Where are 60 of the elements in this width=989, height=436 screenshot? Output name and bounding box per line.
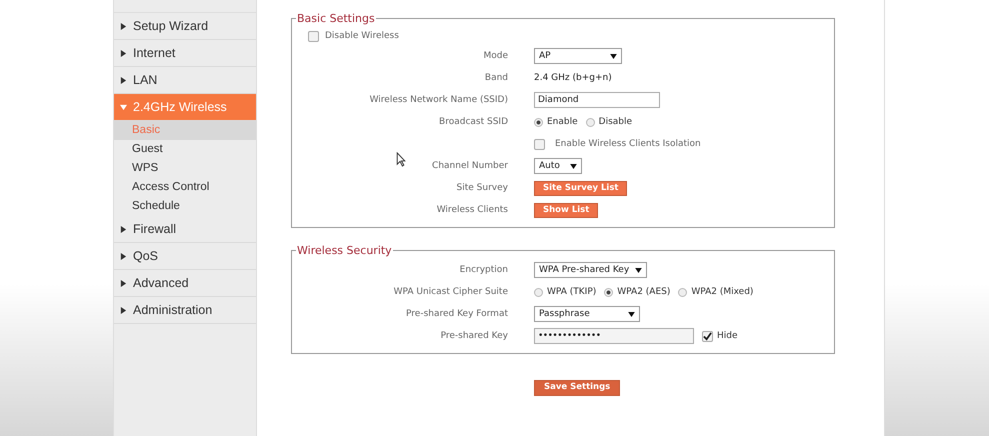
field-label: Pre-shared Key Format bbox=[406, 309, 508, 319]
field-label: Mode bbox=[483, 51, 508, 61]
field-label: Wireless Network Name (SSID) bbox=[370, 95, 508, 105]
field-label: Pre-shared Key bbox=[440, 331, 508, 341]
checkbox[interactable] bbox=[702, 330, 713, 342]
field-label: Encryption bbox=[460, 265, 508, 275]
sidebar-subitem[interactable]: Access Control bbox=[114, 178, 256, 197]
sidebar-item[interactable]: Setup Wizard bbox=[114, 13, 256, 40]
section-title: Basic Settings bbox=[296, 12, 376, 25]
sidebar-subitem[interactable]: WPS bbox=[114, 159, 256, 178]
dropdown[interactable]: AP bbox=[534, 48, 622, 64]
radio-button[interactable] bbox=[604, 288, 614, 296]
radio-button[interactable] bbox=[678, 288, 688, 296]
sidebar-subitem[interactable]: Schedule bbox=[114, 197, 256, 216]
field-value: 2.4 GHz (b+g+n) bbox=[534, 73, 612, 83]
section-title: Wireless Security bbox=[296, 244, 393, 257]
dropdown[interactable]: WPA Pre-shared Key bbox=[534, 262, 648, 278]
radio-button[interactable] bbox=[586, 118, 595, 126]
radio-button[interactable] bbox=[534, 288, 543, 296]
save-button[interactable]: Save Settings bbox=[534, 380, 620, 396]
field-label: Wireless Clients bbox=[436, 205, 508, 215]
field-label: Band bbox=[484, 73, 508, 83]
caret-icon bbox=[120, 104, 127, 110]
caret-icon bbox=[120, 252, 127, 260]
dropdown-arrow-icon bbox=[628, 312, 635, 316]
dropdown[interactable]: Auto bbox=[534, 158, 582, 174]
sidebar-item[interactable]: Internet bbox=[114, 40, 256, 67]
field-label: Site Survey bbox=[456, 183, 508, 193]
sidebar-item[interactable]: Advanced bbox=[114, 270, 256, 297]
caret-icon bbox=[120, 306, 127, 314]
caret-icon bbox=[120, 22, 127, 30]
caret-icon bbox=[120, 76, 127, 84]
checkbox-label: Enable Wireless Clients Isolation bbox=[555, 139, 701, 149]
radio-label: Enable bbox=[547, 117, 578, 127]
field-label: WPA Unicast Cipher Suite bbox=[394, 287, 508, 297]
dropdown-arrow-icon bbox=[635, 268, 642, 272]
radio-label: Disable bbox=[598, 117, 632, 127]
radio-label: WPA (TKIP) bbox=[547, 287, 596, 297]
checkbox[interactable] bbox=[308, 30, 319, 42]
password-field[interactable]: ••••••••••••• bbox=[534, 328, 694, 344]
sidebar-item[interactable]: Firewall bbox=[114, 216, 256, 243]
radio-label: WPA2 (Mixed) bbox=[691, 287, 754, 297]
field-label: Broadcast SSID bbox=[439, 117, 508, 127]
checkbox[interactable] bbox=[534, 138, 545, 150]
radio-label: WPA2 (AES) bbox=[617, 287, 670, 297]
field-label: Channel Number bbox=[432, 161, 508, 171]
mouse-pointer-icon bbox=[396, 152, 406, 167]
sidebar-subitem[interactable]: Guest bbox=[114, 140, 256, 159]
dropdown-arrow-icon bbox=[610, 54, 617, 58]
caret-icon bbox=[120, 280, 127, 286]
caret-icon bbox=[120, 50, 127, 56]
dropdown-arrow-icon bbox=[570, 164, 577, 168]
checkbox-label: Hide bbox=[717, 331, 738, 341]
input-field[interactable]: Diamond bbox=[534, 92, 660, 108]
dropdown[interactable]: Passphrase bbox=[534, 306, 640, 322]
radio-button[interactable] bbox=[534, 118, 543, 126]
checkbox-label: Disable Wireless bbox=[325, 31, 399, 41]
caret-icon bbox=[120, 226, 127, 232]
sidebar-item[interactable]: QoS bbox=[114, 243, 256, 270]
sidebar-item[interactable]: Administration bbox=[114, 297, 256, 324]
